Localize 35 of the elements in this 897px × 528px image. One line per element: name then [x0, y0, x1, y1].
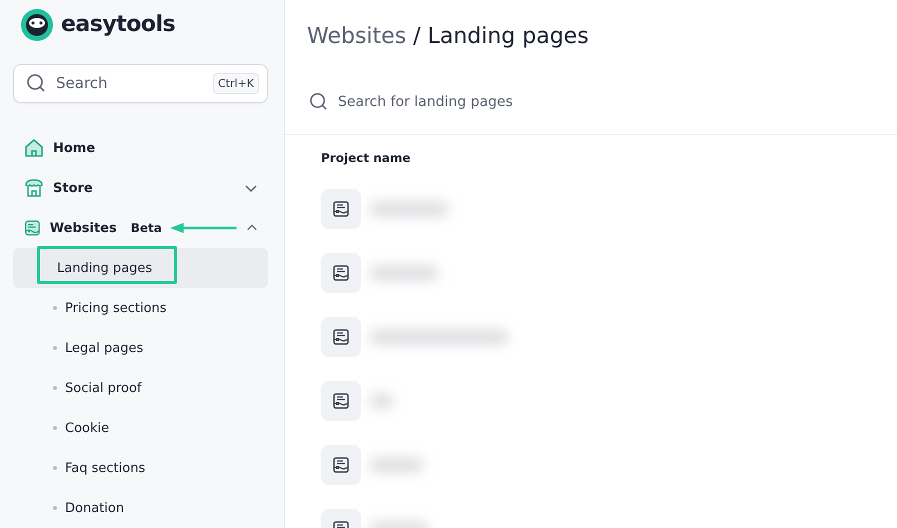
search-icon: [26, 73, 46, 94]
brand-name: easytools: [61, 12, 176, 38]
breadcrumb-separator: /: [413, 24, 421, 49]
page-title: Landing pages: [428, 24, 589, 49]
submenu-item[interactable]: Legal pages: [13, 328, 268, 368]
submenu-item[interactable]: Pricing sections: [13, 288, 268, 328]
search-bar[interactable]: Search Ctrl+K: [13, 64, 268, 103]
bullet-dot: [53, 386, 57, 390]
page-icon: [321, 189, 361, 229]
search-input[interactable]: Search: [54, 73, 205, 94]
nav-item[interactable]: Websites Beta: [13, 208, 268, 248]
bullet-dot: [53, 466, 57, 470]
bullet-dot: [53, 306, 57, 310]
bullet-dot: [53, 426, 57, 430]
page-icon: [321, 317, 361, 357]
submenu-item[interactable]: Social proof: [13, 368, 268, 408]
column-header: Project name: [321, 151, 412, 165]
page-icon: [321, 253, 361, 293]
breadcrumb-link[interactable]: Websites: [307, 24, 406, 49]
submenu-item[interactable]: Faq sections: [13, 448, 268, 488]
submenu-item[interactable]: Cookie: [13, 408, 268, 448]
search-icon: [309, 92, 328, 111]
nav-item[interactable]: Store: [13, 168, 268, 208]
bullet-dot: [53, 346, 57, 350]
bullet-dot: [53, 506, 57, 510]
shop-icon: [23, 177, 45, 199]
submenu-item[interactable]: Landing pages: [13, 248, 268, 288]
beta-label: Beta: [130, 221, 162, 235]
page-icon: [321, 445, 361, 485]
sloth-logo-icon: [21, 8, 53, 41]
page-icon: [321, 381, 361, 421]
shortcut-hint: Ctrl+K: [212, 72, 259, 94]
house-icon: [23, 137, 45, 159]
nav-item[interactable]: Home: [13, 128, 268, 168]
submenu-item[interactable]: Donation: [13, 488, 268, 528]
